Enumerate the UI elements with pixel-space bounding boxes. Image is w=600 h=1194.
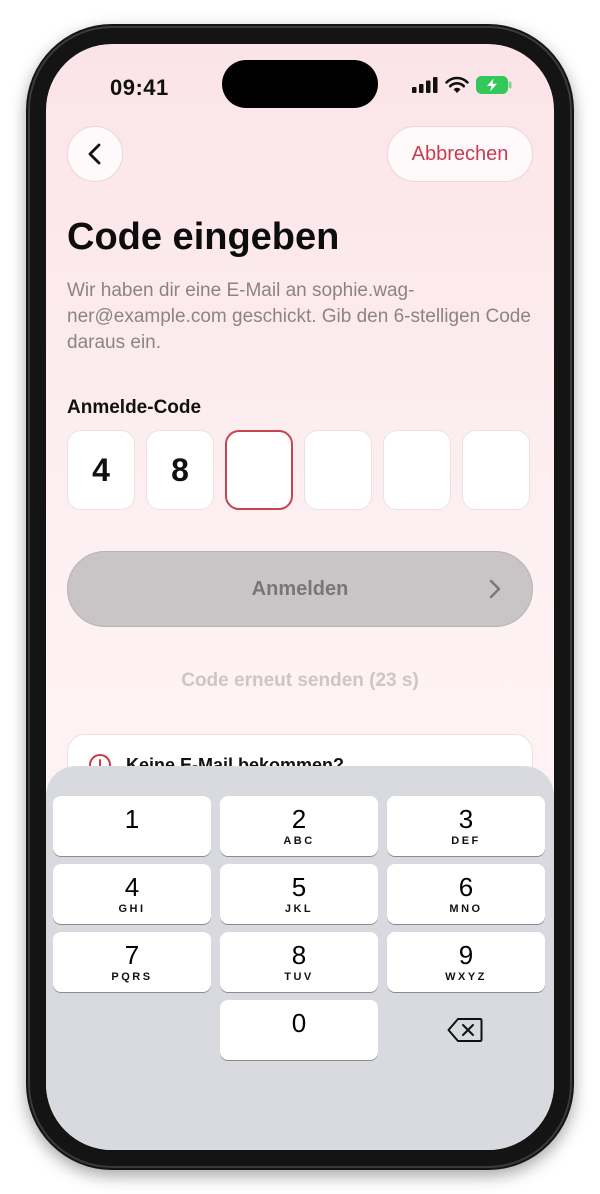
back-button[interactable] — [67, 126, 123, 182]
wifi-icon — [445, 76, 469, 93]
code-input-group: 4 8 — [67, 430, 530, 510]
key-number: 5 — [291, 871, 307, 902]
chevron-right-icon — [489, 579, 501, 599]
login-button[interactable]: Anmelden — [67, 551, 533, 627]
chevron-left-icon — [88, 143, 101, 165]
page-subtitle: Wir haben dir eine E-Mail an sophie.wag-… — [67, 280, 531, 353]
key-letters: WXYZ — [445, 970, 487, 983]
key-number: 8 — [291, 939, 307, 970]
key-letters: GHI — [118, 902, 146, 915]
key-letters: DEF — [451, 834, 481, 847]
code-digit-3-active[interactable] — [225, 430, 293, 510]
code-digit-2[interactable]: 8 — [146, 430, 214, 510]
key-2[interactable]: 2 ABC — [220, 796, 378, 856]
key-6[interactable]: 6 MNO — [387, 864, 545, 924]
screen: 09:41 Abbrechen Code eingeben Wir haben … — [46, 44, 554, 1150]
key-letters: PQRS — [111, 970, 153, 983]
key-5[interactable]: 5 JKL — [220, 864, 378, 924]
resend-code-link[interactable]: Code erneut senden (23 s) — [46, 670, 554, 692]
code-digit-6[interactable] — [462, 430, 530, 510]
key-number: 9 — [458, 939, 474, 970]
status-icons — [412, 76, 512, 94]
code-digit-5[interactable] — [383, 430, 451, 510]
key-1[interactable]: 1 — [53, 796, 211, 856]
key-3[interactable]: 3 DEF — [387, 796, 545, 856]
code-digit-1[interactable]: 4 — [67, 430, 135, 510]
key-letters: ABC — [283, 834, 315, 847]
code-label: Anmelde-Code — [67, 397, 202, 418]
delete-key[interactable] — [386, 1000, 544, 1060]
key-4[interactable]: 4 GHI — [53, 864, 211, 924]
key-letters: MNO — [449, 902, 483, 915]
key-8[interactable]: 8 TUV — [220, 932, 378, 992]
dynamic-island — [222, 60, 378, 108]
login-button-label: Anmelden — [251, 577, 349, 600]
key-letters: JKL — [284, 902, 314, 915]
key-number: 0 — [291, 1007, 307, 1038]
battery-charging-icon — [476, 76, 512, 94]
key-number: 2 — [291, 803, 307, 834]
cellular-signal-icon — [412, 77, 438, 93]
key-number: 3 — [458, 803, 474, 834]
key-number: 7 — [124, 939, 140, 970]
key-letters: TUV — [284, 970, 314, 983]
key-0[interactable]: 0 — [220, 1000, 378, 1060]
cancel-button[interactable]: Abbrechen — [387, 126, 533, 182]
key-9[interactable]: 9 WXYZ — [387, 932, 545, 992]
key-number: 6 — [458, 871, 474, 902]
code-digit-4[interactable] — [304, 430, 372, 510]
status-time: 09:41 — [110, 75, 169, 100]
key-7[interactable]: 7 PQRS — [53, 932, 211, 992]
key-number: 1 — [124, 803, 140, 834]
page-title: Code eingeben — [67, 216, 340, 258]
key-number: 4 — [124, 871, 140, 902]
backspace-icon — [447, 1018, 483, 1042]
numeric-keypad: 1 2 ABC 3 DEF 4 GHI 5 JKL 6 MNO 7 PQRS 8 — [46, 766, 554, 1150]
